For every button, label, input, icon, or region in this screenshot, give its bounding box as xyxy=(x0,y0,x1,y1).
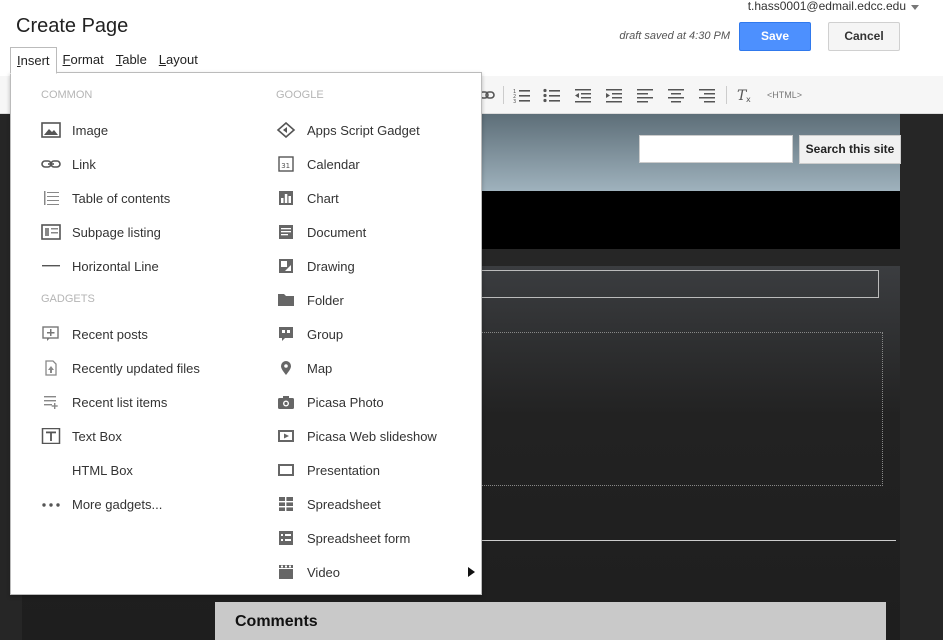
insert-recent-list-items[interactable]: Recent list items xyxy=(11,387,246,417)
editor-header: Create Page t.hass0001@edmail.edcc.edu d… xyxy=(0,0,943,76)
user-account-menu[interactable]: t.hass0001@edmail.edcc.edu xyxy=(748,0,919,13)
page-title: Create Page xyxy=(16,15,129,37)
section-header-google: GOOGLE xyxy=(276,89,324,101)
insert-text-box[interactable]: Text Box xyxy=(11,421,246,451)
insert-picasa-photo[interactable]: Picasa Photo xyxy=(246,387,481,417)
insert-link[interactable]: Link xyxy=(11,149,246,179)
html-button[interactable]: <HTML> xyxy=(767,90,802,100)
save-button[interactable]: Save xyxy=(739,22,811,51)
svg-text:3: 3 xyxy=(513,99,516,103)
insert-recent-posts[interactable]: Recent posts xyxy=(11,319,246,349)
camera-icon xyxy=(276,394,296,410)
drawing-icon xyxy=(276,258,296,274)
section-header-gadgets: GADGETS xyxy=(41,293,95,305)
menu-format[interactable]: Format xyxy=(57,47,110,73)
submenu-arrow-icon xyxy=(468,567,475,577)
toolbar-separator xyxy=(503,86,504,104)
insert-more-gadgets[interactable]: More gadgets... xyxy=(11,489,246,519)
align-left-icon[interactable] xyxy=(636,87,654,103)
insert-presentation[interactable]: Presentation xyxy=(246,455,481,485)
folder-icon xyxy=(276,292,296,308)
insert-html-box[interactable]: HTML Box xyxy=(11,455,246,485)
recently-updated-files-icon xyxy=(41,360,61,376)
indent-less-icon[interactable] xyxy=(574,87,592,103)
comments-section: Comments xyxy=(215,602,886,640)
page-title-field[interactable] xyxy=(480,270,879,298)
insert-picasa-web-slideshow[interactable]: Picasa Web slideshow xyxy=(246,421,481,451)
apps-script-icon xyxy=(276,121,296,139)
divider xyxy=(480,540,896,541)
calendar-icon: 31 xyxy=(276,156,296,172)
insert-drawing[interactable]: Drawing xyxy=(246,251,481,281)
toolbar-separator xyxy=(726,86,727,104)
video-icon xyxy=(276,564,296,580)
indent-more-icon[interactable] xyxy=(605,87,623,103)
chevron-down-icon xyxy=(911,4,919,10)
insert-recently-updated-files[interactable]: Recently updated files xyxy=(11,353,246,383)
insert-subpage-listing[interactable]: Subpage listing xyxy=(11,217,246,247)
insert-document[interactable]: Document xyxy=(246,217,481,247)
insert-group[interactable]: Group xyxy=(246,319,481,349)
insert-calendar[interactable]: 31 Calendar xyxy=(246,149,481,179)
subpage-listing-icon xyxy=(41,224,61,240)
link-icon xyxy=(41,156,61,172)
recent-posts-icon xyxy=(41,326,61,342)
insert-chart[interactable]: Chart xyxy=(246,183,481,213)
page-body-editor[interactable] xyxy=(480,332,883,486)
table-of-contents-icon xyxy=(41,190,61,206)
align-center-icon[interactable] xyxy=(667,87,685,103)
insert-video[interactable]: Video xyxy=(246,557,481,587)
presentation-icon xyxy=(276,462,296,478)
remove-formatting-icon[interactable]: Tx xyxy=(736,87,754,104)
user-email: t.hass0001@edmail.edcc.edu xyxy=(747,0,906,13)
document-icon xyxy=(276,224,296,240)
site-search-input[interactable] xyxy=(639,135,793,163)
insert-table-of-contents[interactable]: Table of contents xyxy=(11,183,246,213)
insert-spreadsheet[interactable]: Spreadsheet xyxy=(246,489,481,519)
image-icon xyxy=(41,122,61,138)
svg-text:31: 31 xyxy=(281,162,290,170)
editor-menubar: Insert Format Table Layout xyxy=(10,47,204,74)
insert-menu-dropdown: COMMON Image Link Table of contents Subp… xyxy=(10,72,482,595)
menu-layout[interactable]: Layout xyxy=(153,47,204,73)
insert-image[interactable]: Image xyxy=(11,115,246,145)
insert-map[interactable]: Map xyxy=(246,353,481,383)
text-box-icon xyxy=(41,427,61,445)
insert-spreadsheet-form[interactable]: Spreadsheet form xyxy=(246,523,481,553)
numbered-list-icon[interactable]: 123 xyxy=(513,87,531,105)
draft-status: draft saved at 4:30 PM xyxy=(619,30,730,42)
bulleted-list-icon[interactable] xyxy=(543,87,561,103)
section-header-common: COMMON xyxy=(41,89,93,101)
recent-list-items-icon xyxy=(41,394,61,410)
svg-text:x: x xyxy=(746,95,751,103)
map-pin-icon xyxy=(276,360,296,376)
group-icon xyxy=(276,326,296,342)
align-right-icon[interactable] xyxy=(698,87,716,103)
spreadsheet-icon xyxy=(276,496,296,512)
menu-insert[interactable]: Insert xyxy=(10,47,57,74)
comments-heading: Comments xyxy=(235,613,318,630)
insert-apps-script-gadget[interactable]: Apps Script Gadget xyxy=(246,115,481,145)
slideshow-icon xyxy=(276,428,296,444)
insert-folder[interactable]: Folder xyxy=(246,285,481,315)
cancel-button[interactable]: Cancel xyxy=(828,22,900,51)
spreadsheet-form-icon xyxy=(276,530,296,546)
menu-table[interactable]: Table xyxy=(110,47,153,73)
chart-icon xyxy=(276,190,296,206)
site-search-button[interactable]: Search this site xyxy=(799,135,901,164)
insert-horizontal-line[interactable]: Horizontal Line xyxy=(11,251,246,281)
more-icon xyxy=(41,496,61,512)
horizontal-line-icon xyxy=(41,258,61,274)
